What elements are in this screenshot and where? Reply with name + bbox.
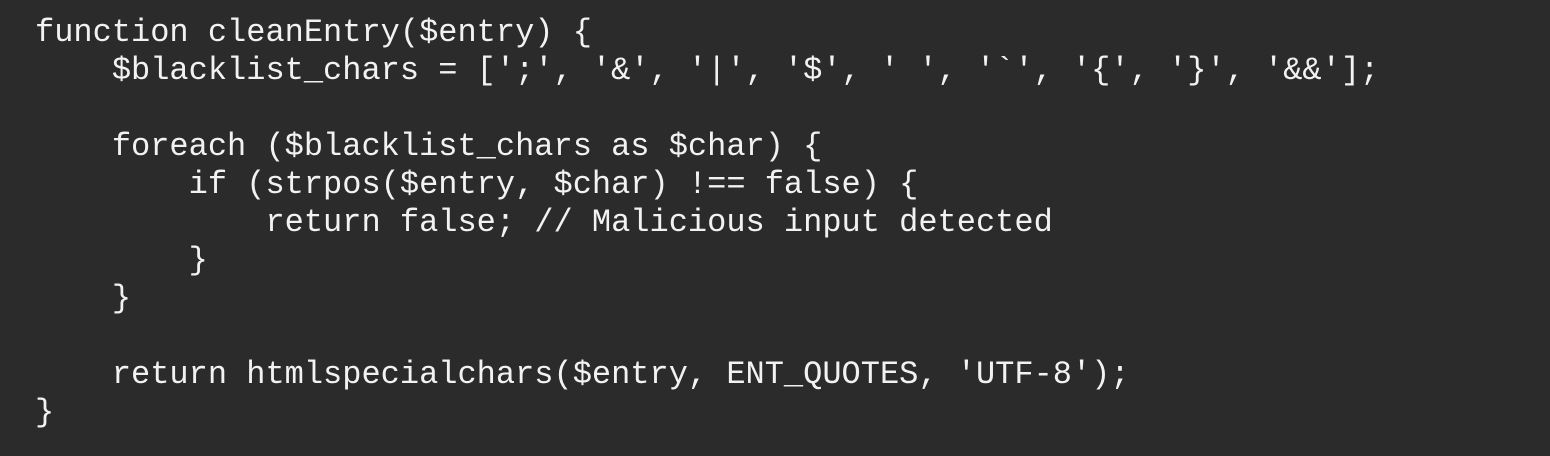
code-line-5: if (strpos($entry, $char) !== false) { bbox=[35, 166, 919, 203]
code-line-1: function cleanEntry($entry) { bbox=[35, 14, 592, 51]
code-line-7: } bbox=[35, 242, 208, 279]
code-panel: function cleanEntry($entry) { $blacklist… bbox=[0, 0, 1550, 456]
code-line-6: return false; // Malicious input detecte… bbox=[35, 204, 1053, 241]
code-block: function cleanEntry($entry) { $blacklist… bbox=[35, 14, 1550, 432]
code-line-8: } bbox=[35, 280, 132, 317]
code-line-2: $blacklist_chars = [';', '&', '|', '$', … bbox=[35, 52, 1380, 89]
code-line-11: } bbox=[35, 394, 55, 431]
code-line-10: return htmlspecialchars($entry, ENT_QUOT… bbox=[35, 356, 1130, 393]
code-line-4: foreach ($blacklist_chars as $char) { bbox=[35, 128, 823, 165]
